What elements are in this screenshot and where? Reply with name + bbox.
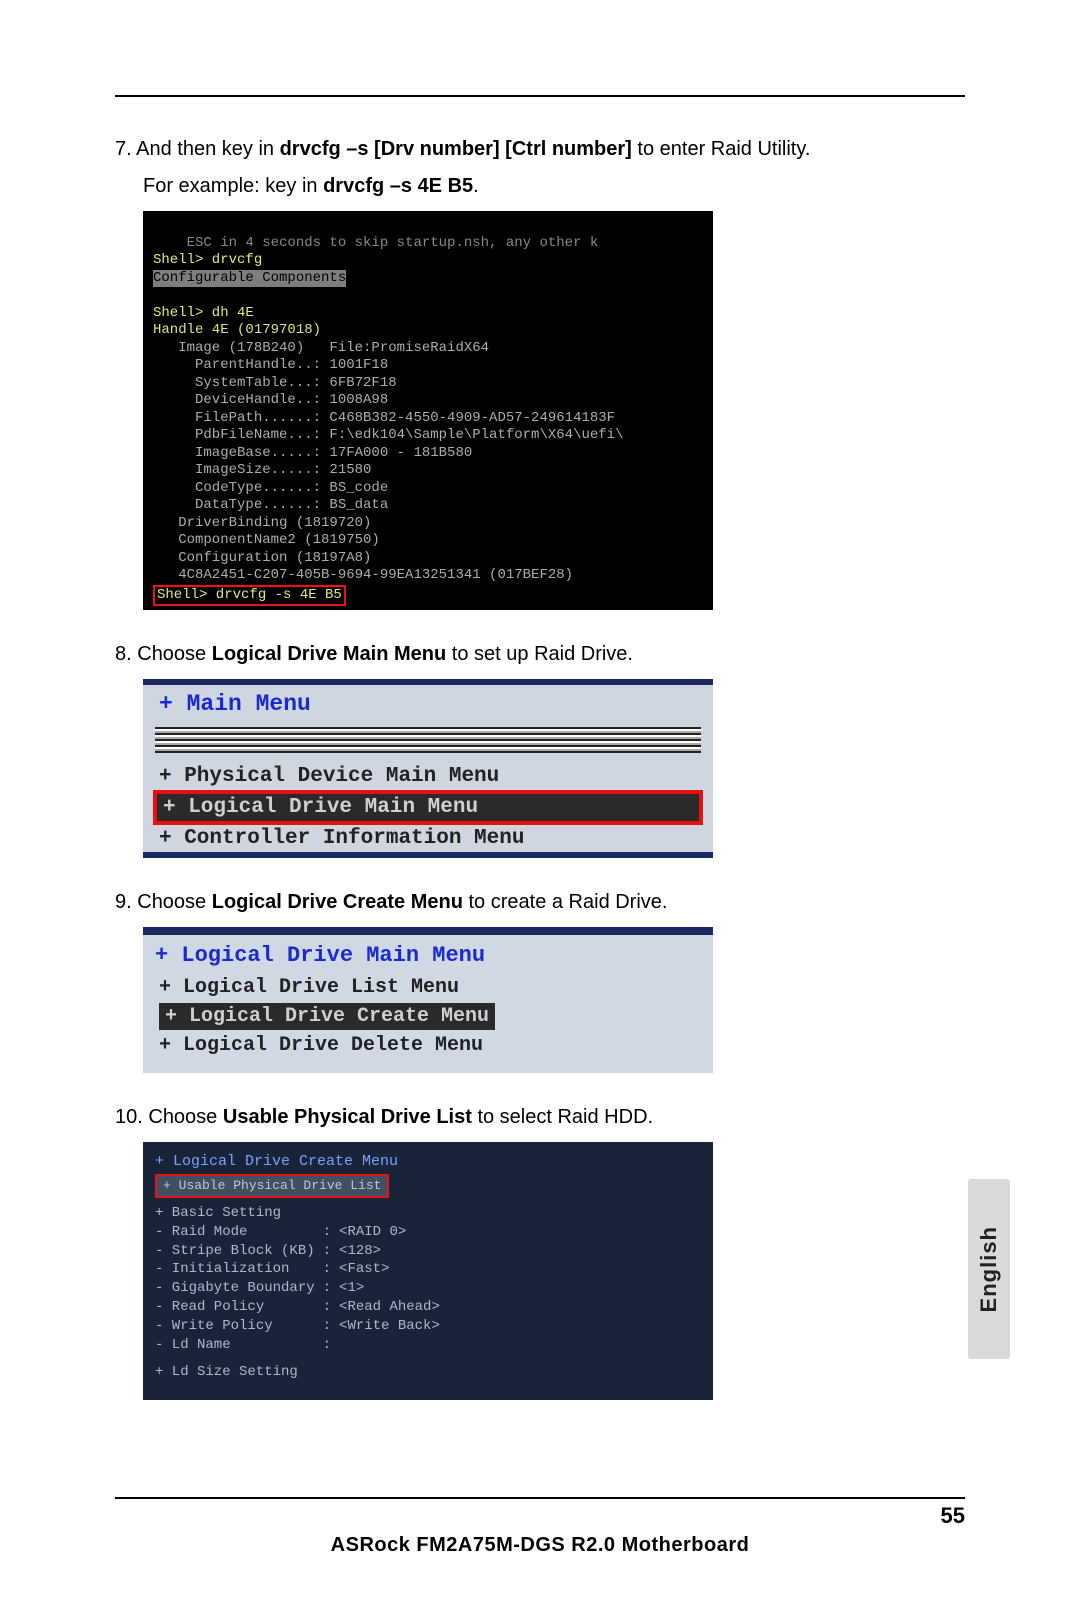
shell-command-highlight: Shell> drvcfg -s 4E B5 xyxy=(153,585,346,607)
shell-row: FilePath......: C468B382-4550-4909-AD57-… xyxy=(153,410,615,426)
step-number: 10. xyxy=(115,1106,143,1128)
step-text: to enter Raid Utility. xyxy=(632,138,811,160)
shell-row: SystemTable...: 6FB72F18 xyxy=(153,375,397,391)
shell-row: ImageSize.....: 21580 xyxy=(153,462,371,478)
settings-table: - Raid Mode:<RAID 0> - Stripe Block (KB)… xyxy=(155,1223,448,1355)
settings-key: - Gigabyte Boundary xyxy=(155,1279,323,1298)
step-number: 8. xyxy=(115,643,132,665)
shell-prompt: Shell> drvcfg xyxy=(153,252,262,268)
step-bold: drvcfg –s 4E B5 xyxy=(323,175,473,197)
top-rule xyxy=(115,95,965,97)
settings-row: - Write Policy:<Write Back> xyxy=(155,1317,448,1336)
step-number: 9. xyxy=(115,891,132,913)
step-text: to set up Raid Drive. xyxy=(446,643,633,665)
step-bold: Logical Drive Main Menu xyxy=(212,643,446,665)
shell-row: Image (178B240) File:PromiseRaidX64 xyxy=(153,340,489,356)
step-7: 7. And then key in drvcfg –s [Drv number… xyxy=(115,135,965,164)
step-text: Choose xyxy=(132,643,212,665)
page-number: 55 xyxy=(941,1503,965,1529)
step-number: 7. xyxy=(115,138,132,160)
settings-row: - Raid Mode:<RAID 0> xyxy=(155,1223,448,1242)
menu-header: + Main Menu xyxy=(143,685,713,723)
shell-row: DataType......: BS_data xyxy=(153,497,388,513)
menu-item: + Physical Device Main Menu xyxy=(143,763,713,790)
screenshot-logical-drive-menu: + Logical Drive Main Menu + Logical Driv… xyxy=(143,927,713,1073)
step-10: 10. Choose Usable Physical Drive List to… xyxy=(115,1103,965,1132)
settings-row: - Initialization:<Fast> xyxy=(155,1260,448,1279)
shell-row: ParentHandle..: 1001F18 xyxy=(153,357,388,373)
settings-key: - Write Policy xyxy=(155,1317,323,1336)
shell-prompt: Shell> dh 4E xyxy=(153,305,254,321)
language-tab: English xyxy=(968,1179,1010,1359)
settings-row: - Stripe Block (KB):<128> xyxy=(155,1242,448,1261)
settings-val: <RAID 0> xyxy=(339,1223,448,1242)
settings-val xyxy=(339,1336,448,1355)
settings-key: - Ld Name xyxy=(155,1336,323,1355)
settings-val: <1> xyxy=(339,1279,448,1298)
footer-title: ASRock FM2A75M-DGS R2.0 Motherboard xyxy=(0,1534,1080,1557)
step-text: Choose xyxy=(143,1106,223,1128)
settings-key: - Initialization xyxy=(155,1260,323,1279)
screenshot-create-menu: + Logical Drive Create Menu + Usable Phy… xyxy=(143,1142,713,1400)
step-text: Choose xyxy=(132,891,212,913)
step-7-line2: For example: key in drvcfg –s 4E B5. xyxy=(115,172,965,201)
shell-row: DeviceHandle..: 1008A98 xyxy=(153,392,388,408)
shell-row: DriverBinding (1819720) xyxy=(153,515,371,531)
step-text: . xyxy=(473,175,479,197)
menu-item: + Logical Drive Delete Menu xyxy=(155,1032,701,1059)
shell-handle: Handle 4E (01797018) xyxy=(153,322,321,338)
shell-top: ESC in 4 seconds to skip startup.nsh, an… xyxy=(153,235,598,251)
step-text: And then key in xyxy=(132,138,280,160)
settings-key: - Read Policy xyxy=(155,1298,323,1317)
shell-header: Configurable Components xyxy=(153,270,346,288)
manual-page: 7. And then key in drvcfg –s [Drv number… xyxy=(0,0,1080,1619)
settings-val: <Write Back> xyxy=(339,1317,448,1336)
settings-section: + Basic Setting xyxy=(155,1204,701,1223)
step-text: to create a Raid Drive. xyxy=(463,891,668,913)
step-text: For example: key in xyxy=(143,175,323,197)
shell-row: 4C8A2451-C207-405B-9694-99EA13251341 (01… xyxy=(153,567,573,583)
bottom-rule xyxy=(115,1497,965,1499)
settings-row: - Ld Name: xyxy=(155,1336,448,1355)
menu-item-highlight: + Logical Drive Main Menu xyxy=(153,790,703,825)
settings-val: <Read Ahead> xyxy=(339,1298,448,1317)
shell-row: ComponentName2 (1819750) xyxy=(153,532,380,548)
settings-val: <128> xyxy=(339,1242,448,1261)
shell-row: ImageBase.....: 17FA000 - 181B580 xyxy=(153,445,472,461)
settings-row: - Read Policy:<Read Ahead> xyxy=(155,1298,448,1317)
step-bold: drvcfg –s [Drv number] [Ctrl number] xyxy=(280,138,632,160)
menu-header: + Logical Drive Main Menu xyxy=(155,943,701,974)
menu-artifact xyxy=(155,727,701,753)
settings-val: <Fast> xyxy=(339,1260,448,1279)
screenshot-shell: ESC in 4 seconds to skip startup.nsh, an… xyxy=(143,211,713,610)
step-9: 9. Choose Logical Drive Create Menu to c… xyxy=(115,888,965,917)
menu-item: + Controller Information Menu xyxy=(143,825,713,852)
language-label: English xyxy=(976,1226,1002,1312)
shell-row: PdbFileName...: F:\edk104\Sample\Platfor… xyxy=(153,427,623,443)
shell-row: Configuration (18197A8) xyxy=(153,550,371,566)
step-8: 8. Choose Logical Drive Main Menu to set… xyxy=(115,640,965,669)
settings-section: + Ld Size Setting xyxy=(155,1363,701,1382)
settings-key: - Stripe Block (KB) xyxy=(155,1242,323,1261)
shell-row: CodeType......: BS_code xyxy=(153,480,388,496)
step-bold: Logical Drive Create Menu xyxy=(212,891,463,913)
menu-item: + Logical Drive List Menu xyxy=(155,974,701,1001)
menu-item-selected: + Logical Drive Create Menu xyxy=(155,1001,701,1032)
settings-key: - Raid Mode xyxy=(155,1223,323,1242)
page-content: 7. And then key in drvcfg –s [Drv number… xyxy=(115,135,965,1430)
menu-header: + Logical Drive Create Menu xyxy=(155,1152,701,1172)
step-bold: Usable Physical Drive List xyxy=(223,1106,472,1128)
settings-row: - Gigabyte Boundary:<1> xyxy=(155,1279,448,1298)
screenshot-main-menu: + Main Menu + Physical Device Main Menu … xyxy=(143,679,713,858)
menu-item-highlight: + Usable Physical Drive List xyxy=(155,1174,389,1198)
step-text: to select Raid HDD. xyxy=(472,1106,653,1128)
